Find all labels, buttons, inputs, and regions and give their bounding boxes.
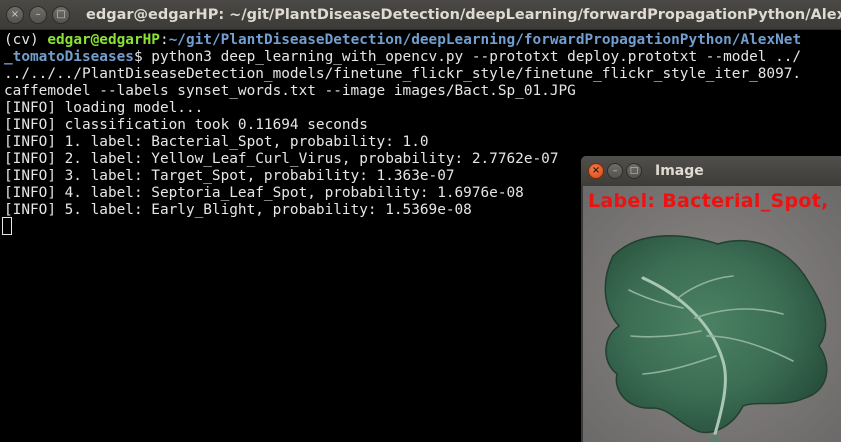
command-text-continued: caffemodel --labels synset_words.txt --i… [4, 83, 576, 99]
image-window-titlebar[interactable]: × – □ Image [581, 156, 841, 186]
prompt-env: (cv) [4, 32, 48, 48]
window-title: edgar@edgarHP: ~/git/PlantDiseaseDetecti… [86, 7, 841, 23]
image-window[interactable]: × – □ Image Label: Bacterial_Spot, [581, 156, 841, 442]
image-canvas: Label: Bacterial_Spot, [583, 186, 841, 442]
prompt-path-continued: _tomatoDiseases [4, 49, 134, 65]
terminal-titlebar[interactable]: × – □ edgar@edgarHP: ~/git/PlantDiseaseD… [0, 0, 841, 30]
classification-label: Label: Bacterial_Spot, [588, 190, 829, 212]
maximize-icon[interactable]: □ [626, 163, 642, 179]
minimize-icon[interactable]: – [29, 6, 47, 24]
maximize-icon[interactable]: □ [52, 6, 70, 24]
output-line: [INFO] classification took 0.11694 secon… [4, 117, 368, 133]
prompt-line: (cv) edgar@edgarHP:~/git/PlantDiseaseDet… [4, 32, 801, 49]
image-window-title: Image [655, 163, 704, 179]
command-text: python3 deep_learning_with_opencv.py --p… [151, 49, 802, 65]
output-line: [INFO] 5. label: Early_Blight, probabili… [4, 202, 472, 218]
prompt-separator: : [159, 32, 169, 48]
output-line: [INFO] 4. label: Septoria_Leaf_Spot, pro… [4, 185, 524, 201]
command-text-continued: ../../../PlantDiseaseDetection_models/fi… [4, 66, 802, 82]
text-cursor [2, 217, 12, 235]
output-line: [INFO] 2. label: Yellow_Leaf_Curl_Virus,… [4, 151, 559, 167]
minimize-icon[interactable]: – [607, 163, 623, 179]
close-icon[interactable]: × [588, 163, 604, 179]
output-line: [INFO] loading model... [4, 100, 204, 116]
prompt-symbol: $ [133, 49, 152, 65]
prompt-user: edgar@edgarHP [47, 32, 160, 48]
close-icon[interactable]: × [6, 6, 24, 24]
prompt-line-continued: _tomatoDiseases$ python3 deep_learning_w… [4, 49, 801, 66]
prompt-path: ~/git/PlantDiseaseDetection/deepLearning… [168, 32, 802, 48]
leaf-image [583, 186, 841, 442]
output-line: [INFO] 3. label: Target_Spot, probabilit… [4, 168, 455, 184]
output-line: [INFO] 1. label: Bacterial_Spot, probabi… [4, 134, 429, 150]
